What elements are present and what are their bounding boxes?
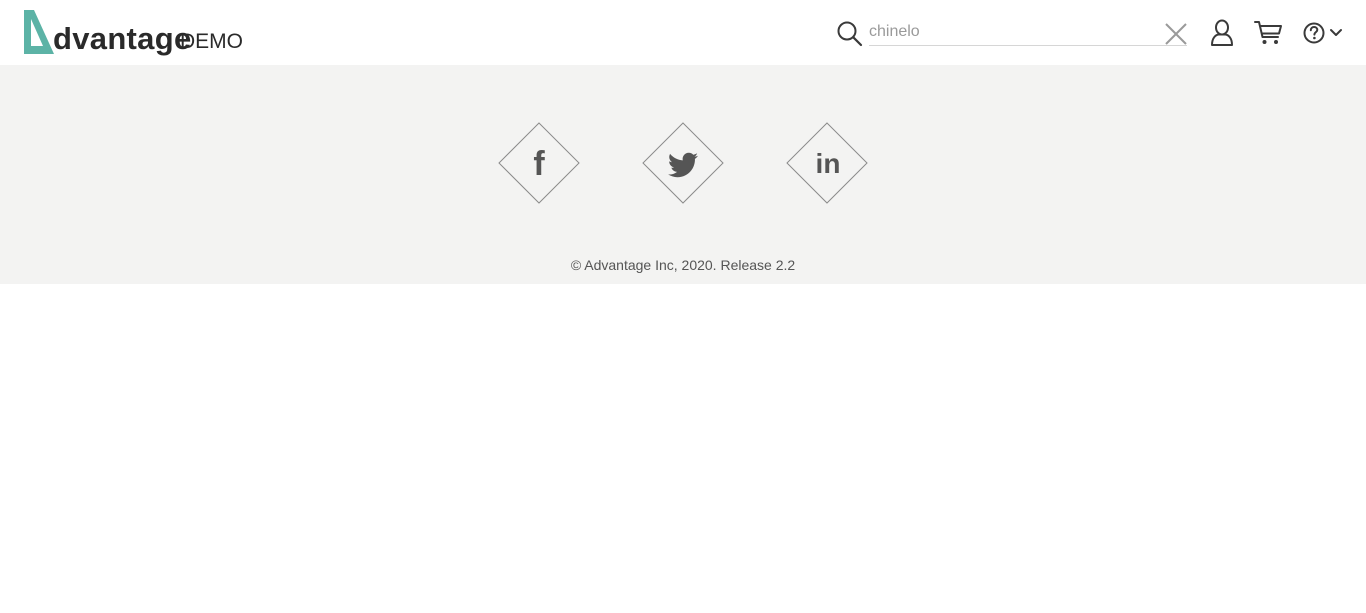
linkedin-glyph: in (816, 148, 841, 179)
cart-icon[interactable] (1254, 20, 1283, 46)
twitter-link[interactable] (642, 122, 724, 204)
logo-demo-label: DEMO (180, 30, 243, 53)
header: dvantage DEMO (0, 0, 1366, 65)
search-input[interactable] (869, 18, 1187, 46)
logo-mark-icon (24, 10, 54, 54)
linkedin-icon: in (786, 122, 868, 204)
help-icon (1303, 22, 1325, 44)
logo-wordmark: dvantage (53, 21, 192, 56)
facebook-icon: f (498, 122, 580, 204)
linkedin-link[interactable]: in (786, 122, 868, 204)
search-icon[interactable] (836, 20, 864, 48)
copyright-text: © Advantage Inc, 2020. Release 2.2 (570, 257, 796, 273)
close-icon[interactable] (1164, 22, 1188, 46)
facebook-glyph: f (533, 145, 545, 183)
page: FOLLOW US f in © Advantage Inc, 2020. Re… (0, 0, 1366, 613)
chevron-down-icon (1330, 29, 1342, 36)
help-menu[interactable] (1302, 21, 1344, 45)
user-icon[interactable] (1209, 19, 1235, 47)
twitter-icon (642, 122, 724, 204)
facebook-link[interactable]: f (498, 122, 580, 204)
